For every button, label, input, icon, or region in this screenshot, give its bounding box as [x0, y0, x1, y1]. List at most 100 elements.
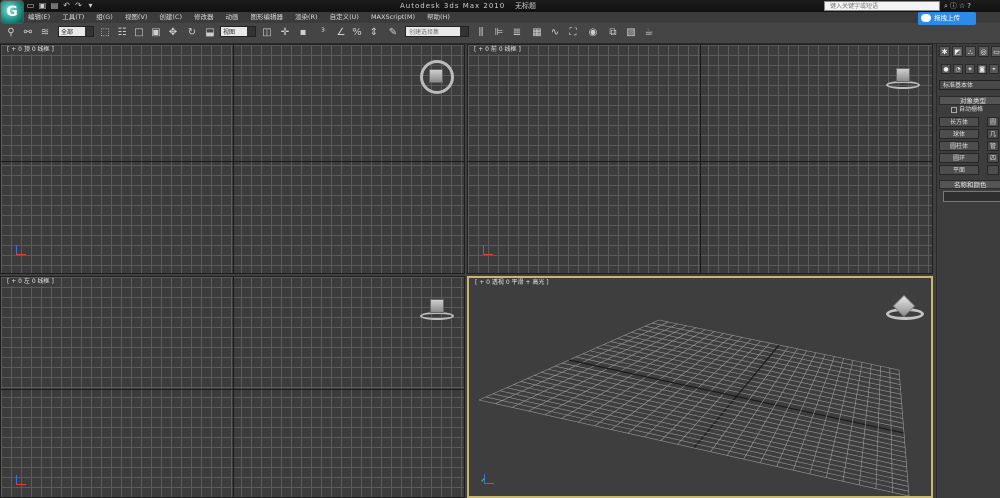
info-icon[interactable]: ⓘ	[950, 0, 957, 12]
reference-coordinate-value: 视图	[223, 29, 236, 36]
object-type-header[interactable]: 对象类型	[939, 96, 1000, 105]
render-setup-icon[interactable]: ⧉	[606, 26, 620, 40]
viewport-label[interactable]: [ + 0 透视 0 平滑 + 高光 ]	[473, 279, 551, 287]
autogrid-checkbox[interactable]: 自动栅格	[951, 106, 983, 114]
cone-button[interactable]: 圆	[987, 117, 999, 127]
curve-editor-icon[interactable]: ∿	[548, 26, 562, 40]
menu-bar: 编辑(E) 工具(T) 组(G) 视图(V) 创建(C) 修改器 动画 图形编辑…	[0, 12, 1000, 23]
viewcube-icon[interactable]	[429, 69, 443, 83]
geosphere-button[interactable]: 几	[987, 129, 999, 139]
align-icon[interactable]: ⊫	[492, 26, 506, 40]
upload-button[interactable]: 拖拽上传	[918, 12, 976, 25]
sphere-button[interactable]: 球体	[939, 129, 979, 139]
viewport-top[interactable]: [ + 0 顶 0 线框 ]	[0, 44, 465, 274]
lights-icon[interactable]: ✦	[965, 64, 975, 74]
create-tab-icon[interactable]: ✱	[939, 46, 950, 57]
menu-customize[interactable]: 自定义(U)	[330, 12, 359, 23]
menu-graph-editors[interactable]: 图形编辑器	[251, 12, 284, 23]
viewport-label[interactable]: [ + 0 顶 0 线框 ]	[5, 46, 56, 54]
box-button[interactable]: 长方体	[939, 117, 979, 127]
menu-modifiers[interactable]: 修改器	[194, 12, 214, 23]
search-input[interactable]: 键入关键字或短语	[824, 1, 940, 11]
menu-animation[interactable]: 动画	[226, 12, 239, 23]
helpers-icon[interactable]: ⌖	[989, 64, 999, 74]
viewport-front[interactable]: [ + 0 前 0 线框 ]	[467, 44, 933, 274]
viewcube-icon[interactable]	[896, 68, 910, 82]
viewport-label[interactable]: [ + 0 左 0 线框 ]	[5, 278, 56, 286]
name-color-header[interactable]: 名称和颜色	[939, 180, 1000, 189]
torus-button[interactable]: 圆环	[939, 153, 979, 163]
viewport-label[interactable]: [ + 0 前 0 线框 ]	[472, 46, 523, 54]
menu-help[interactable]: 帮助(H)	[427, 12, 450, 23]
menu-create[interactable]: 创建(C)	[159, 12, 182, 23]
grid-axis-y	[700, 45, 701, 273]
save-icon[interactable]: ▤	[50, 1, 59, 10]
app-logo-button[interactable]: G	[0, 0, 24, 24]
schematic-view-icon[interactable]: ⛶	[566, 26, 580, 40]
cylinder-button[interactable]: 圆柱体	[939, 141, 979, 151]
app-title: Autodesk 3ds Max 2010	[400, 2, 506, 10]
material-editor-icon[interactable]: ◉	[586, 26, 600, 40]
edit-named-selection-icon[interactable]: ✎	[386, 26, 400, 40]
viewcube-ring[interactable]	[420, 312, 454, 320]
spinner-snap-icon[interactable]: ⇕	[367, 26, 381, 40]
display-tab-icon[interactable]: ▭	[991, 46, 1000, 57]
select-object-icon[interactable]: ⬚	[98, 26, 112, 40]
chevron-down-icon[interactable]: ▾	[86, 1, 95, 10]
window-crossing-icon[interactable]: ▣	[149, 26, 163, 40]
pyramid-button[interactable]: 四	[987, 153, 999, 163]
select-manipulate-icon[interactable]: ✛	[278, 26, 292, 40]
menu-tools[interactable]: 工具(T)	[62, 12, 84, 23]
bind-space-warp-icon[interactable]: ≋	[38, 26, 52, 40]
teapot-button[interactable]	[987, 165, 999, 175]
shapes-icon[interactable]: ◔	[953, 64, 963, 74]
cameras-icon[interactable]: ◙	[977, 64, 987, 74]
open-folder-icon[interactable]: ▣	[38, 1, 47, 10]
viewcube-icon[interactable]	[430, 299, 444, 313]
unlink-icon[interactable]: ⚯	[21, 26, 35, 40]
select-by-name-icon[interactable]: ☷	[115, 26, 129, 40]
menu-edit[interactable]: 编辑(E)	[28, 12, 50, 23]
tube-button[interactable]: 管	[987, 141, 999, 151]
redo-icon[interactable]: ↷	[74, 1, 83, 10]
viewport-perspective[interactable]: [ + 0 透视 0 平滑 + 高光 ]	[467, 276, 933, 498]
menu-rendering[interactable]: 渲染(R)	[295, 12, 318, 23]
rotate-icon[interactable]: ↻	[185, 26, 199, 40]
scale-icon[interactable]: ⬓	[203, 26, 217, 40]
selection-filter-dropdown[interactable]: 全部	[58, 26, 94, 37]
viewcube-ring[interactable]	[886, 81, 920, 89]
link-icon[interactable]: ⚲	[4, 26, 18, 40]
move-icon[interactable]: ✥	[166, 26, 180, 40]
object-name-field[interactable]	[943, 191, 1000, 202]
rendered-frame-icon[interactable]: ▧	[624, 26, 638, 40]
reference-coordinate-dropdown[interactable]: 视图	[220, 26, 256, 37]
menu-maxscript[interactable]: MAXScript(M)	[371, 12, 415, 23]
layer-manager-icon[interactable]: ≣	[510, 26, 524, 40]
percent-snap-icon[interactable]: %	[350, 26, 364, 40]
category-dropdown[interactable]: 标准基本体	[939, 80, 1000, 90]
motion-tab-icon[interactable]: ◎	[978, 46, 989, 57]
menu-views[interactable]: 视图(V)	[125, 12, 148, 23]
mirror-icon[interactable]: ⫼	[474, 26, 488, 40]
angle-snap-icon[interactable]: ∠	[334, 26, 348, 40]
help-icon[interactable]: ?	[967, 0, 971, 12]
checkbox-box[interactable]	[951, 106, 957, 113]
snaps-toggle-icon[interactable]: ³	[316, 26, 330, 40]
binoculars-icon[interactable]: ⌕	[944, 0, 948, 12]
graphite-tools-icon[interactable]: ▦	[530, 26, 544, 40]
new-file-icon[interactable]: ▭	[26, 1, 35, 10]
modify-tab-icon[interactable]: ◩	[952, 46, 963, 57]
star-icon[interactable]: ☆	[959, 0, 965, 12]
pivot-icon[interactable]: ◫	[260, 26, 274, 40]
plane-button[interactable]: 平面	[939, 165, 979, 175]
geometry-icon[interactable]: ●	[941, 64, 951, 74]
hierarchy-tab-icon[interactable]: ⛬	[965, 46, 976, 57]
named-selection-input[interactable]: 创建选择集	[405, 26, 469, 37]
keyboard-shortcut-icon[interactable]: ▪	[296, 26, 310, 40]
quick-access-toolbar: ▭ ▣ ▤ ↶ ↷ ▾	[26, 1, 95, 11]
render-teapot-icon[interactable]: ☕	[642, 26, 656, 40]
menu-group[interactable]: 组(G)	[96, 12, 113, 23]
viewport-left[interactable]: [ + 0 左 0 线框 ]	[0, 276, 465, 498]
rect-selection-icon[interactable]: □	[132, 26, 146, 40]
undo-icon[interactable]: ↶	[62, 1, 71, 10]
